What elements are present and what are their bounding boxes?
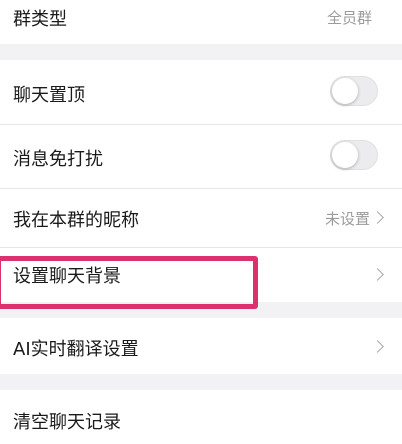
chat-background-label: 设置聊天背景 (13, 266, 121, 287)
group-type-row[interactable]: 群类型 全员群 (0, 0, 402, 44)
mute-label: 消息免打扰 (13, 149, 103, 170)
mute-toggle[interactable] (330, 140, 378, 170)
clear-history-row[interactable]: 清空聊天记录 (0, 390, 402, 444)
ai-translate-row[interactable]: AI实时翻译设置 (0, 318, 402, 374)
chevron-right-icon (371, 340, 384, 353)
chat-background-row[interactable]: 设置聊天背景 (0, 248, 402, 302)
chevron-right-icon (371, 211, 384, 224)
nickname-row[interactable]: 我在本群的昵称 未设置 (0, 189, 402, 247)
group-type-label: 群类型 (13, 9, 67, 30)
ai-translate-label: AI实时翻译设置 (13, 339, 139, 360)
chevron-right-icon (371, 268, 384, 281)
nickname-value: 未设置 (324, 210, 370, 228)
nickname-label: 我在本群的昵称 (13, 210, 139, 231)
mute-row: 消息免打扰 (0, 125, 402, 188)
toggle-knob (332, 78, 358, 104)
pin-chat-toggle[interactable] (330, 76, 378, 106)
toggle-knob (332, 142, 358, 168)
group-settings-screen: 群类型 全员群 聊天置顶 消息免打扰 我在本群的昵称 未设置 设置聊天背景 AI… (0, 0, 402, 444)
pin-chat-label: 聊天置顶 (13, 85, 85, 106)
clear-history-label: 清空聊天记录 (13, 412, 121, 433)
group-type-value: 全员群 (326, 9, 372, 27)
pin-chat-row: 聊天置顶 (0, 60, 402, 124)
